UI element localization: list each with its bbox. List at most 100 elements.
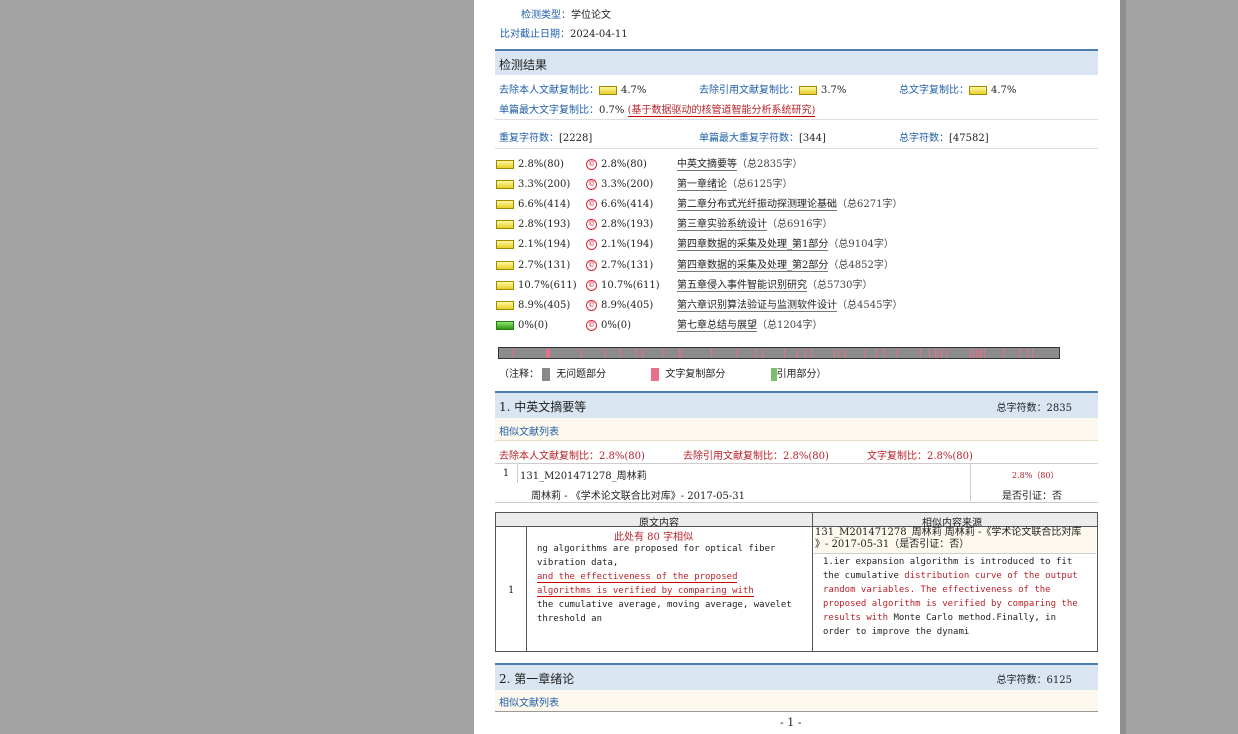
similar-list-label: 相似文献列表 bbox=[499, 427, 559, 438]
detect-type-row: 检测类型：学位论文 bbox=[521, 6, 611, 21]
max-single-value: 0.7% bbox=[599, 105, 625, 116]
copy-mark-icon: © bbox=[586, 279, 597, 291]
chapter-title-link[interactable]: 第五章侵入事件智能识别研究 bbox=[677, 279, 807, 292]
chapter-row[interactable]: 8.9%(405) © 8.9%(405) 第六章识别算法验证与监测软件设计（总454… bbox=[496, 296, 903, 312]
chapter-title-link[interactable]: 中英文摘要等 bbox=[677, 159, 737, 171]
chapter-ratio-copy: 2.1%(194) bbox=[601, 239, 654, 251]
max-single-doc-link[interactable]: (基于数据驱动的核管道智能分析系统研究) bbox=[627, 105, 816, 117]
copy-tick bbox=[662, 349, 663, 358]
similar-doc-index: 1 bbox=[495, 464, 518, 483]
repeat-chars: 重复字符数：[2228] bbox=[499, 129, 592, 144]
index-divider bbox=[526, 527, 527, 652]
chapter-title-link[interactable]: 第三章实验系统设计 bbox=[677, 219, 767, 232]
section2-header: 2. 第一章绪论 总字符数：6125 bbox=[495, 663, 1098, 690]
copy-tick bbox=[970, 349, 971, 358]
copy-mark-icon: © bbox=[586, 179, 597, 191]
chapter-title-link[interactable]: 第七章总结与展望 bbox=[677, 319, 757, 332]
excl-self-value: 4.7% bbox=[621, 85, 647, 96]
copy-tick bbox=[834, 349, 835, 358]
chapter-row[interactable]: 3.3%(200) © 3.3%(200) 第一章绪论（总6125字） bbox=[496, 175, 793, 192]
col-divider bbox=[812, 527, 813, 652]
copy-mark-icon: © bbox=[586, 199, 597, 211]
chapter-row[interactable]: 2.8%(80) © 2.8%(80) 中英文摘要等（总2835字） bbox=[496, 155, 803, 171]
section2-similar-header: 相似文献列表 bbox=[495, 690, 1098, 712]
comparison-table: 原文内容 相似内容来源 1 此处有 80 字相似 ng algorithms a… bbox=[495, 512, 1098, 652]
copy-tick bbox=[920, 349, 921, 358]
copy-tick bbox=[1032, 349, 1033, 358]
legend-cite: 引用部分） bbox=[776, 369, 827, 380]
cutoff-date-label: 比对截止日期： bbox=[500, 29, 570, 40]
source-title-box[interactable]: 131_M201471278_周林莉 周林莉 -《学术论文联合比对库 》- 20… bbox=[814, 527, 1096, 554]
divider bbox=[495, 119, 1098, 120]
excl-self-ratio: 去除本人文献复制比： 4.7% bbox=[499, 81, 646, 96]
source-highlight: distribution curve of the output bbox=[904, 571, 1078, 581]
copy-tick bbox=[549, 349, 550, 358]
source-line: order to improve the dynami bbox=[823, 627, 970, 637]
similar-doc-source: 周林莉 - 《学术论文联合比对库》- 2017-05-31 bbox=[531, 491, 745, 502]
chapter-total: （总6125字） bbox=[727, 179, 793, 191]
comparison-header: 原文内容 相似内容来源 bbox=[496, 513, 1097, 529]
ratio-bar-icon bbox=[496, 280, 514, 290]
copy-tick bbox=[981, 349, 982, 358]
ratio-bar-icon bbox=[496, 240, 514, 250]
ratio-bar-icon bbox=[599, 86, 617, 95]
chapter-ratio-copy: 8.9%(405) bbox=[601, 299, 654, 311]
orig-line: vibration data, bbox=[537, 558, 619, 568]
excl-cite-ratio: 去除引用文献复制比： 3.7% bbox=[699, 81, 846, 96]
total-chars: 总字符数：[47582] bbox=[899, 129, 989, 144]
chapter-total: （总2835字） bbox=[737, 159, 803, 170]
chapter-total: （总4852字） bbox=[828, 259, 894, 271]
similar-note: 此处有 80 字相似 bbox=[614, 532, 694, 543]
source-line: 1.ier expansion algorithm is introduced … bbox=[823, 557, 1073, 567]
copy-tick bbox=[838, 349, 839, 358]
chapter-title-link[interactable]: 第四章数据的采集及处理_第1部分 bbox=[677, 239, 829, 252]
chapter-row[interactable]: 2.7%(131) © 2.7%(131) 第四章数据的采集及处理_第2部分（总485… bbox=[496, 256, 894, 272]
chapter-row[interactable]: 6.6%(414) © 6.6%(414) 第二章分布式光纤振动探测理论基础（总627… bbox=[496, 195, 902, 212]
similar-doc-row[interactable]: 1 131_M201471278_周林莉 2.8%（80） 周林莉 - 《学术论… bbox=[495, 463, 1098, 503]
chapter-row[interactable]: 2.8%(193) © 2.8%(193) 第三章实验系统设计（总6916字） bbox=[496, 215, 832, 232]
chapter-total: （总1204字） bbox=[757, 319, 823, 331]
chapter-title-link[interactable]: 第一章绪论 bbox=[677, 179, 727, 192]
similar-list-header: 相似文献列表 bbox=[495, 418, 1098, 440]
similar-doc-title[interactable]: 131_M201471278_周林莉 bbox=[520, 467, 647, 482]
chapter-row[interactable]: 2.1%(194) © 2.1%(194) 第四章数据的采集及处理_第1部分（总910… bbox=[496, 235, 894, 252]
copy-tick bbox=[711, 349, 712, 358]
copy-tick bbox=[976, 349, 977, 358]
chapter-row[interactable]: 10.7%(611) © 10.7%(611) 第五章侵入事件智能识别研究（总5730… bbox=[496, 276, 873, 292]
chapter-ratio: 2.8%(80) bbox=[518, 159, 564, 170]
chapter-total: （总4545字） bbox=[837, 299, 903, 311]
row-index: 1 bbox=[508, 585, 515, 596]
report-page: 检测类型：学位论文 比对截止日期：2024-04-11 检测结果 去除本人文献复… bbox=[474, 0, 1120, 734]
max-repeat-chars: 单篇最大重复字符数：[344] bbox=[699, 129, 826, 144]
chapter-total: （总5730字） bbox=[807, 279, 873, 291]
section1-excl-self: 去除本人文献复制比：2.8%(80) bbox=[499, 451, 645, 462]
section2-similar-label: 相似文献列表 bbox=[499, 698, 559, 709]
section1-header: 1. 中英文摘要等 总字符数：2835 bbox=[495, 391, 1098, 418]
ratio-bar-icon bbox=[969, 86, 987, 95]
chapter-title-link[interactable]: 第四章数据的采集及处理_第2部分 bbox=[677, 259, 829, 272]
copy-tick bbox=[620, 349, 621, 358]
chapter-title-link[interactable]: 第六章识别算法验证与监测软件设计 bbox=[677, 299, 837, 312]
chapter-title-link[interactable]: 第二章分布式光纤振动探测理论基础 bbox=[677, 199, 837, 212]
source-line: the cumulative bbox=[823, 571, 905, 581]
chapter-ratio: 10.7%(611) bbox=[518, 279, 577, 291]
copy-mark-icon: © bbox=[586, 299, 597, 311]
cutoff-date-row: 比对截止日期：2024-04-11 bbox=[500, 25, 628, 40]
divider bbox=[495, 148, 1098, 149]
divider bbox=[495, 440, 1098, 441]
source-highlight: random variables. The effectiveness of t… bbox=[823, 585, 1051, 595]
chapter-ratio-copy: 2.8%(80) bbox=[601, 159, 647, 170]
copy-tick bbox=[679, 349, 680, 358]
chapter-ratio: 0%(0) bbox=[518, 319, 549, 331]
ratio-bar-icon bbox=[496, 300, 514, 310]
copy-swatch bbox=[651, 368, 660, 381]
copy-distribution-strip bbox=[498, 347, 1060, 359]
repeat-chars-value: [2228] bbox=[559, 133, 593, 144]
excl-cite-label: 去除引用文献复制比： bbox=[699, 85, 799, 96]
copy-mark-icon: © bbox=[586, 159, 597, 170]
max-repeat-value: [344] bbox=[799, 133, 826, 144]
chapter-row[interactable]: 0%(0) © 0%(0) 第七章总结与展望（总1204字） bbox=[496, 316, 823, 332]
copy-tick bbox=[984, 349, 985, 358]
ratio-bar-icon bbox=[496, 260, 514, 270]
source-highlight: proposed algorithm is verified by compar… bbox=[823, 599, 1078, 609]
